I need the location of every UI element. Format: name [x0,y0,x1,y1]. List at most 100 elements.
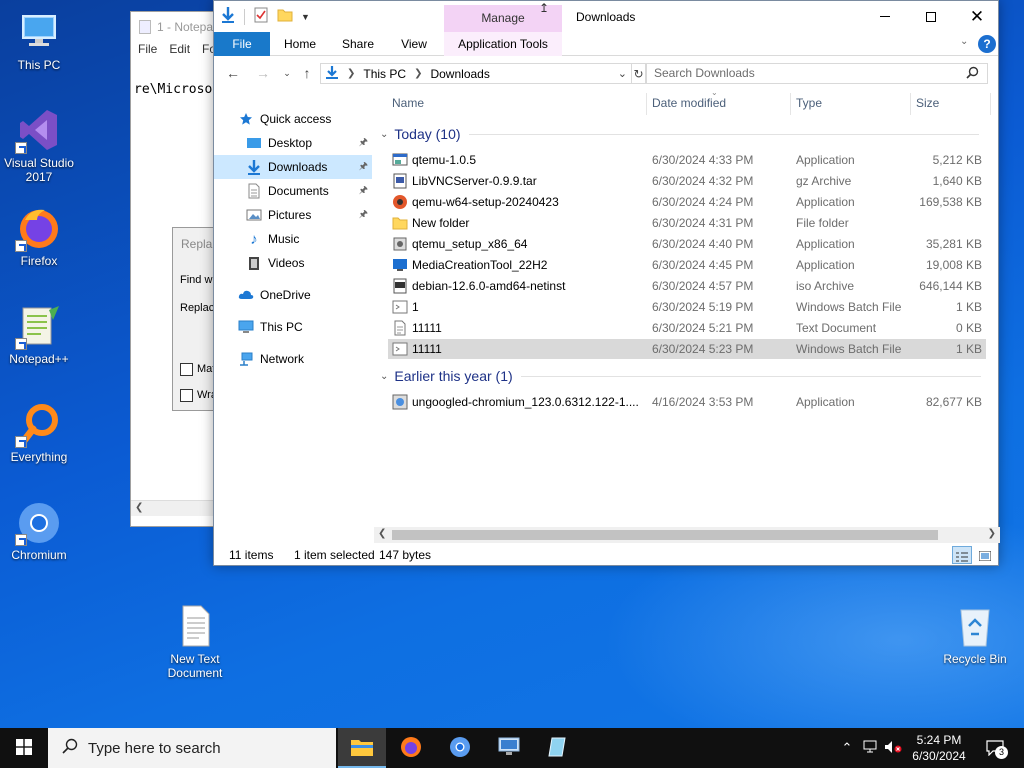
file-row[interactable]: MediaCreationTool_22H2 6/30/2024 4:45 PM… [388,255,986,275]
desktop-icon-chromium[interactable]: Chromium [0,498,78,562]
nav-pictures[interactable]: Pictures 🖈 [214,203,372,227]
scroll-left-icon[interactable]: ❮ [135,502,143,513]
nav-documents[interactable]: Documents 🖈 [214,179,372,203]
breadcrumb-separator-icon[interactable]: ❯ [414,68,422,79]
help-icon[interactable]: ? [978,35,996,53]
close-button[interactable]: ✕ [954,1,1000,32]
column-divider[interactable] [790,93,791,115]
match-case-checkbox[interactable] [180,363,193,376]
taskbar-remote-desktop[interactable] [485,728,533,768]
breadcrumb-this-pc[interactable]: This PC [363,67,406,81]
desktop-icon-new-text-document[interactable]: New Text Document [156,602,234,680]
expand-ribbon-icon[interactable]: ⌄ [960,36,968,47]
details-view-icon [956,551,968,565]
details-view-button[interactable] [952,546,972,564]
minimize-button[interactable] [862,1,908,32]
scroll-right-icon[interactable]: ❯ [988,528,996,539]
nav-onedrive[interactable]: OneDrive [214,283,372,307]
search-input[interactable]: Search Downloads [646,63,988,84]
column-divider[interactable] [910,93,911,115]
recent-locations-button[interactable]: ⌄ [278,64,296,82]
file-explorer-window[interactable]: ▼ Manage ↥ Downloads ✕ File Home Share V… [213,0,1000,566]
column-header-type[interactable]: Type [796,89,822,117]
wrap-around-checkbox[interactable] [180,389,193,402]
network-status-button[interactable] [860,728,880,768]
show-hidden-icons-button[interactable]: ⌃ [838,728,856,768]
pin-icon[interactable]: 🖈 [359,135,368,152]
taskbar-chromium[interactable] [436,728,484,768]
download-arrow-icon[interactable] [220,6,236,27]
address-dropdown-icon[interactable]: ⌄ [618,67,627,80]
notepad-icon [139,20,151,34]
file-row[interactable]: qtemu_setup_x86_64 6/30/2024 4:40 PM App… [388,234,986,254]
column-header-size[interactable]: Size [916,89,939,117]
desktop-icon-firefox[interactable]: Firefox [0,204,78,268]
desktop-icon-recycle-bin[interactable]: Recycle Bin [936,602,1014,666]
chevron-down-icon: ⌄ [283,67,291,78]
file-row[interactable]: New folder 6/30/2024 4:31 PM File folder [388,213,986,233]
taskbar-firefox[interactable] [387,728,435,768]
horizontal-scrollbar[interactable]: ❮ ❯ [374,527,1000,543]
pin-icon[interactable]: 🖈 [359,207,368,224]
notepad-menu-edit[interactable]: Edit [169,42,190,60]
address-bar[interactable]: ❯ This PC ❯ Downloads ⌄ [320,63,632,84]
column-divider[interactable] [646,93,647,115]
properties-icon[interactable] [253,7,269,26]
desktop-icon-everything[interactable]: Everything [0,400,78,464]
large-icons-view-button[interactable] [976,546,994,564]
maximize-button[interactable] [908,1,954,32]
desktop-icon-visual-studio[interactable]: Visual Studio 2017 [0,106,78,184]
nav-downloads[interactable]: Downloads 🖈 [214,155,372,179]
nav-videos[interactable]: Videos [214,251,372,275]
start-button[interactable] [0,728,48,768]
taskbar-notepad[interactable] [534,728,582,768]
nav-network[interactable]: Network [214,347,372,371]
refresh-button[interactable]: ↻ [632,63,646,84]
close-icon: ✕ [969,6,985,26]
tab-application-tools[interactable]: Application Tools [444,32,562,56]
forward-button[interactable]: → [254,64,272,82]
nav-desktop[interactable]: Desktop 🖈 [214,131,372,155]
up-button[interactable]: ↑ [298,64,316,82]
new-folder-icon[interactable] [277,7,293,26]
column-divider[interactable] [990,93,991,115]
desktop-icon-notepadpp[interactable]: Notepad++ [0,302,78,366]
group-header-today[interactable]: ⌄ Today (10) [380,126,979,142]
notepad-text-area[interactable]: re\Microso [134,82,212,97]
explorer-titlebar[interactable]: ▼ Manage ↥ Downloads ✕ [214,1,998,32]
taskbar-file-explorer[interactable] [338,728,386,768]
file-row-selected[interactable]: 11111 6/30/2024 5:23 PM Windows Batch Fi… [388,339,986,359]
nav-quick-access[interactable]: Quick access [214,107,372,131]
group-header-earlier-this-year[interactable]: ⌄ Earlier this year (1) [380,368,981,384]
file-row[interactable]: ungoogled-chromium_123.0.6312.122-1.... … [388,392,986,412]
action-center-button[interactable]: 3 [980,728,1010,768]
pin-icon[interactable]: 🖈 [359,159,368,176]
tab-home[interactable]: Home [276,32,324,56]
tab-view[interactable]: View [392,32,436,56]
nav-this-pc[interactable]: This PC [214,315,372,339]
taskbar-search-box[interactable]: Type here to search [48,728,336,768]
desktop-icon-this-pc[interactable]: This PC [0,8,78,72]
back-button[interactable]: ← [224,64,242,82]
notepad-menu-file[interactable]: File [138,42,157,60]
ribbon-tabs: File Home Share View Application Tools ⌄… [214,32,998,56]
file-row[interactable]: qtemu-1.0.5 6/30/2024 4:33 PM Applicatio… [388,150,986,170]
tab-share[interactable]: Share [336,32,380,56]
breadcrumb-downloads[interactable]: Downloads [430,67,489,81]
pin-icon[interactable]: 🖈 [359,183,368,200]
file-row[interactable]: debian-12.6.0-amd64-netinst 6/30/2024 4:… [388,276,986,296]
nav-music[interactable]: ♪ Music [214,227,372,251]
taskbar-clock[interactable]: 5:24 PM 6/30/2024 [900,732,978,764]
scrollbar-thumb[interactable] [392,530,938,540]
file-row[interactable]: 11111 6/30/2024 5:21 PM Text Document 0 … [388,318,986,338]
file-row[interactable]: LibVNCServer-0.9.9.tar 6/30/2024 4:32 PM… [388,171,986,191]
setup-installer-icon [393,237,407,251]
documents-folder-icon [246,183,262,199]
breadcrumb-separator-icon[interactable]: ❯ [347,68,355,79]
customize-qat-dropdown-icon[interactable]: ▼ [301,12,310,22]
scroll-left-icon[interactable]: ❮ [378,528,386,539]
tab-file[interactable]: File [214,32,270,56]
file-row[interactable]: 1 6/30/2024 5:19 PM Windows Batch File 1… [388,297,986,317]
file-row[interactable]: qemu-w64-setup-20240423 6/30/2024 4:24 P… [388,192,986,212]
column-header-name[interactable]: Name [392,89,424,117]
